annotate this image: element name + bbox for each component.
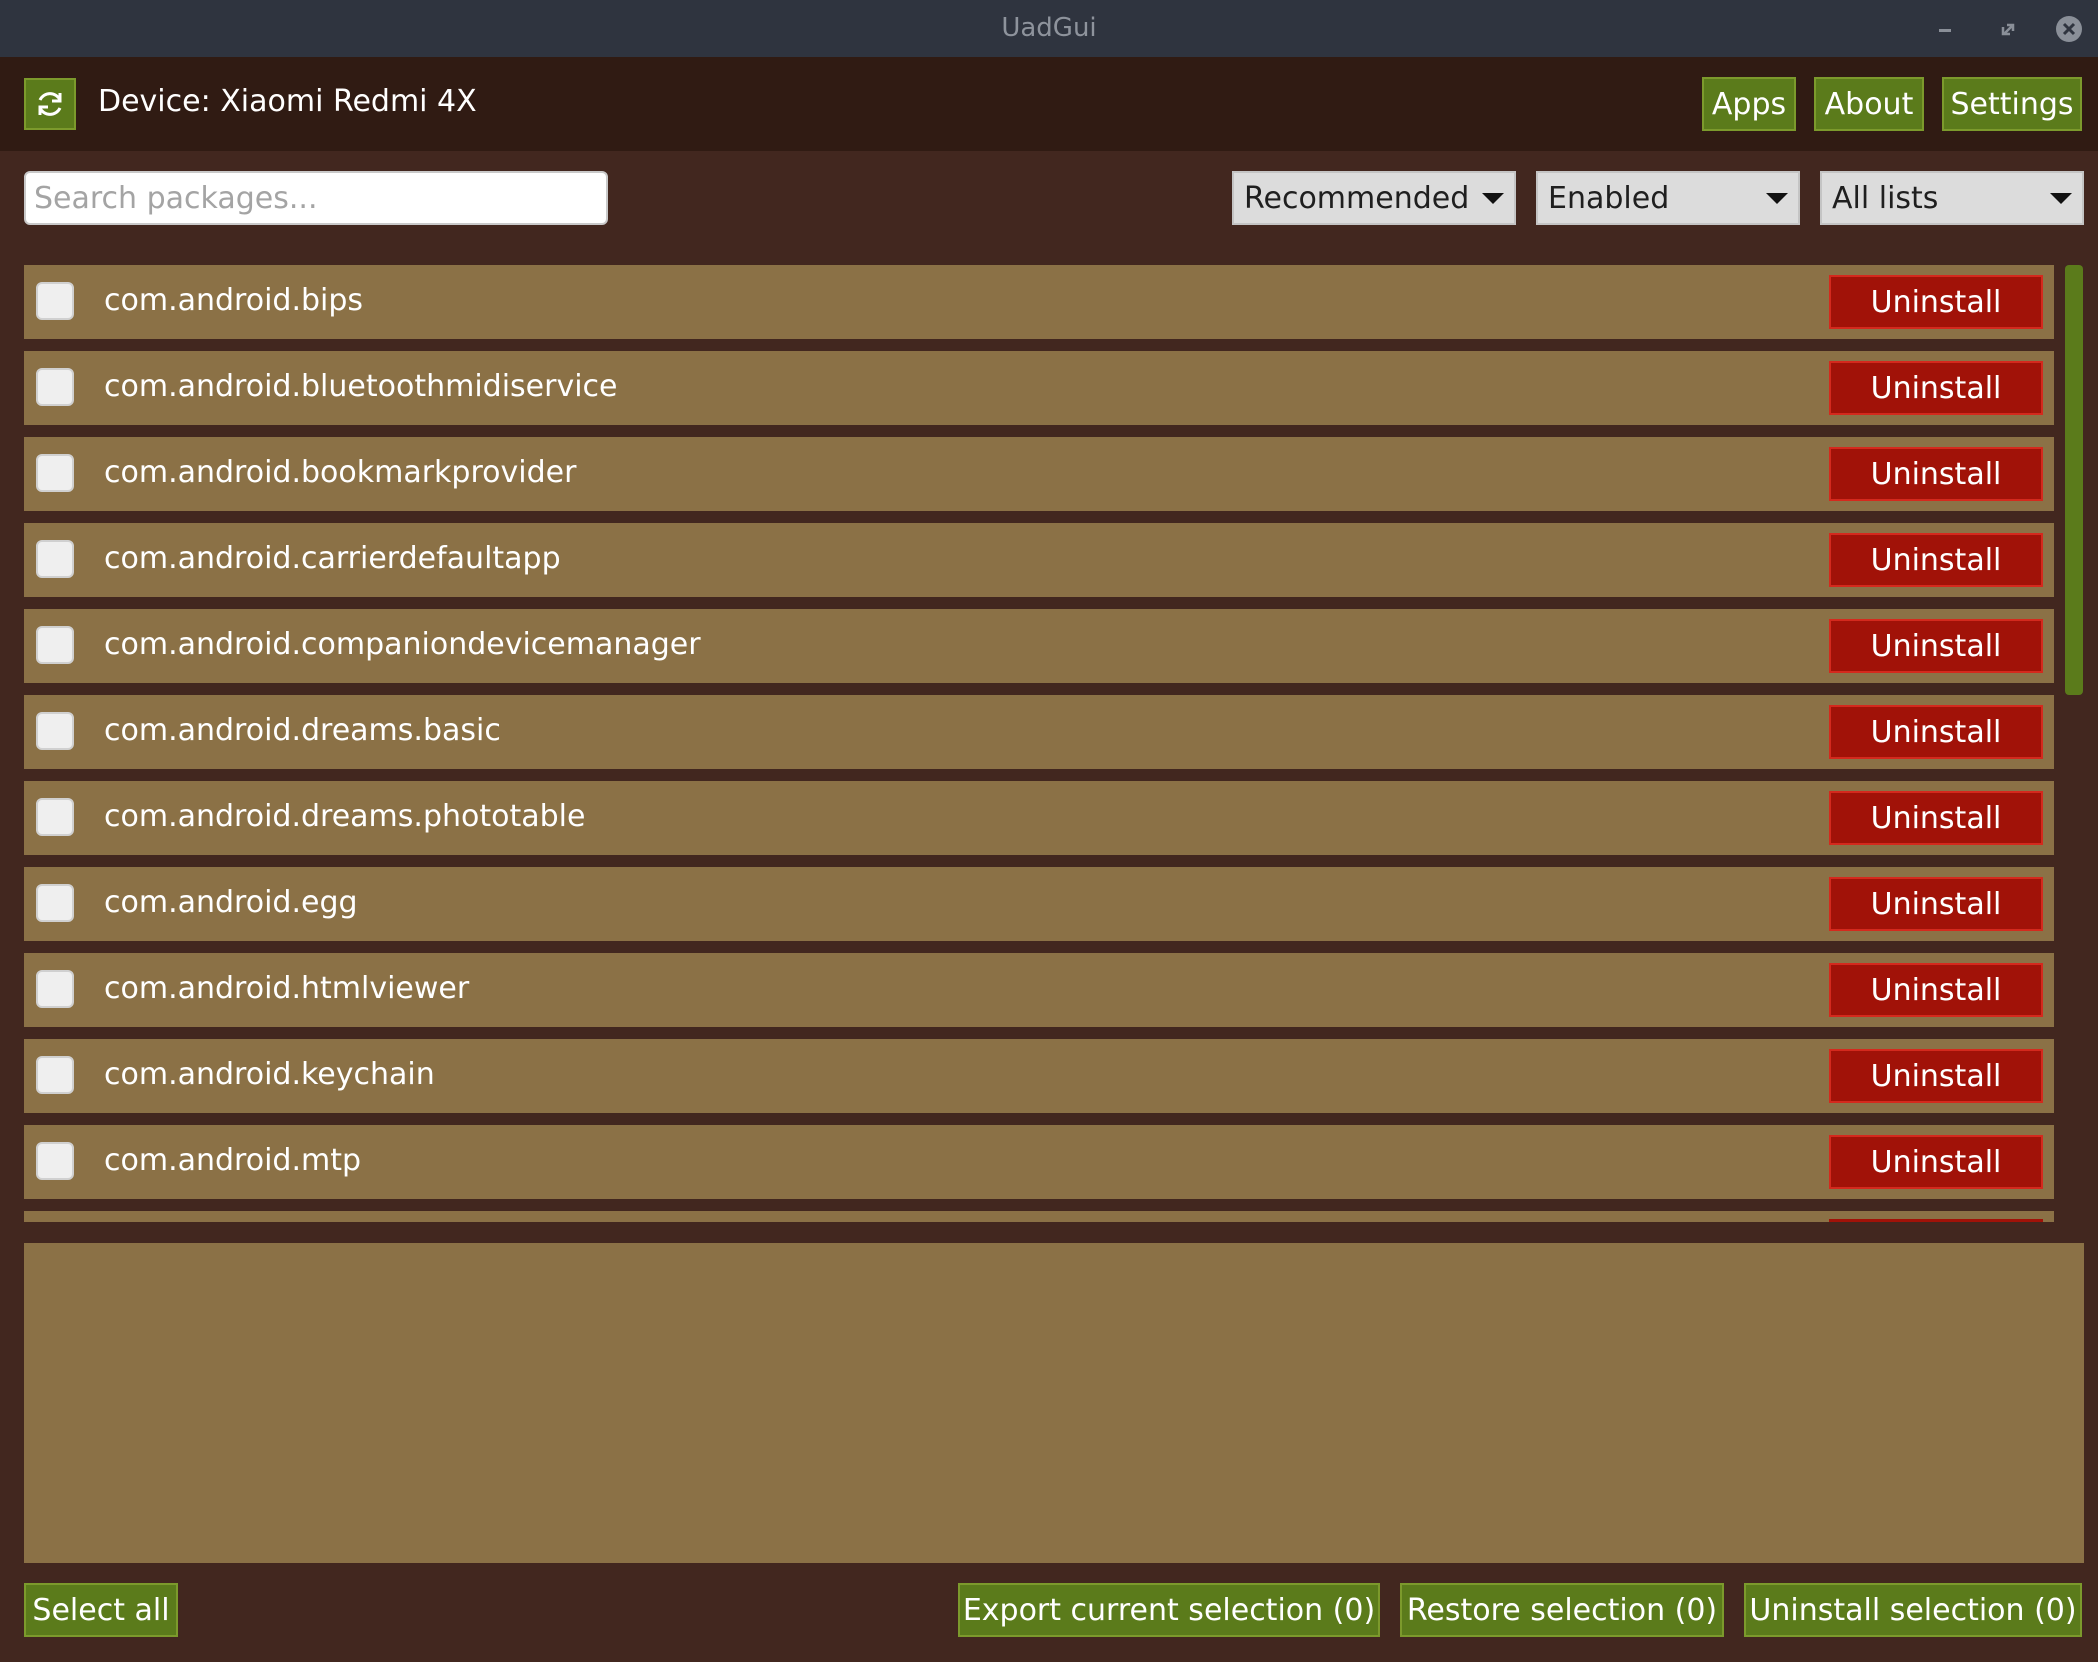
package-name: com.android.mtp [104, 1143, 362, 1178]
uninstall-button[interactable]: Uninstall [1829, 275, 2043, 329]
uninstall-button[interactable]: Uninstall [1829, 1135, 2043, 1189]
refresh-icon [38, 92, 62, 116]
list-item: com.android.bluetoothmidiservice Uninsta… [24, 351, 2054, 425]
close-icon[interactable] [2054, 14, 2084, 44]
list-item: com.android.companiondevicemanager Unins… [24, 609, 2054, 683]
uninstall-button[interactable]: Uninstall [1829, 1049, 2043, 1103]
chevron-down-icon [1482, 192, 1504, 204]
uninstall-button[interactable]: Uninstall [1829, 619, 2043, 673]
recommendation-select-value: Recommended [1244, 180, 1470, 216]
list-item: com.android.dreams.phototable Uninstall [24, 781, 2054, 855]
app-window: UadGui Device: Xiaomi Redmi 4X Apps Abou… [0, 0, 2098, 1662]
package-name: com.android.dreams.phototable [104, 799, 586, 834]
device-label: Device: Xiaomi Redmi 4X [98, 84, 477, 119]
package-checkbox[interactable] [36, 454, 74, 492]
list-select[interactable]: All lists [1820, 171, 2084, 225]
package-name: com.android.egg [104, 885, 358, 920]
uninstall-button[interactable]: Uninstall [1829, 963, 2043, 1017]
uninstall-button[interactable]: Uninstall [1829, 533, 2043, 587]
chevron-down-icon [1766, 192, 1788, 204]
uninstall-button[interactable]: Uninstall [1829, 705, 2043, 759]
uninstall-button[interactable]: Uninstall [1829, 447, 2043, 501]
list-item: com.android.bips Uninstall [24, 265, 2054, 339]
chevron-down-icon [2050, 192, 2072, 204]
restore-selection-button[interactable]: Restore selection (0) [1400, 1583, 1724, 1637]
settings-button[interactable]: Settings [1942, 77, 2082, 131]
package-checkbox[interactable] [36, 970, 74, 1008]
list-item: com.android.keychain Uninstall [24, 1039, 2054, 1113]
list-item: com.android.bookmarkprovider Uninstall [24, 437, 2054, 511]
maximize-icon[interactable] [1993, 14, 2023, 44]
package-name: com.android.dreams.basic [104, 713, 501, 748]
package-name: com.android.bookmarkprovider [104, 455, 577, 490]
title-bar: UadGui [0, 0, 2098, 58]
package-checkbox[interactable] [36, 1056, 74, 1094]
package-checkbox[interactable] [36, 884, 74, 922]
package-description-panel [24, 1243, 2084, 1563]
package-checkbox[interactable] [36, 798, 74, 836]
package-name: com.android.bips [104, 283, 364, 318]
list-item: com.android.egg Uninstall [24, 867, 2054, 941]
package-name: com.android.bluetoothmidiservice [104, 369, 618, 404]
state-select[interactable]: Enabled [1536, 171, 1800, 225]
package-checkbox[interactable] [36, 368, 74, 406]
package-name: com.android.htmlviewer [104, 971, 470, 1006]
about-button[interactable]: About [1814, 77, 1924, 131]
uninstall-button[interactable]: Uninstall [1829, 791, 2043, 845]
refresh-button[interactable] [24, 78, 76, 130]
list-item: com.android.htmlviewer Uninstall [24, 953, 2054, 1027]
package-checkbox[interactable] [36, 712, 74, 750]
package-name: com.android.companiondevicemanager [104, 627, 701, 662]
package-checkbox[interactable] [36, 1142, 74, 1180]
minimize-icon[interactable] [1930, 14, 1960, 44]
apps-button[interactable]: Apps [1702, 77, 1796, 131]
uninstall-button-partial [1829, 1219, 2043, 1222]
package-list: com.android.bips Uninstall com.android.b… [24, 265, 2054, 1222]
package-name: com.android.carrierdefaultapp [104, 541, 561, 576]
list-item-partial [24, 1211, 2054, 1222]
package-checkbox[interactable] [36, 626, 74, 664]
state-select-value: Enabled [1548, 180, 1670, 216]
export-selection-button[interactable]: Export current selection (0) [958, 1583, 1380, 1637]
select-all-button[interactable]: Select all [24, 1583, 178, 1637]
search-input[interactable] [24, 171, 608, 225]
uninstall-button[interactable]: Uninstall [1829, 877, 2043, 931]
uninstall-selection-button[interactable]: Uninstall selection (0) [1744, 1583, 2082, 1637]
list-item: com.android.carrierdefaultapp Uninstall [24, 523, 2054, 597]
package-checkbox[interactable] [36, 282, 74, 320]
package-checkbox[interactable] [36, 540, 74, 578]
uninstall-button[interactable]: Uninstall [1829, 361, 2043, 415]
list-item: com.android.mtp Uninstall [24, 1125, 2054, 1199]
recommendation-select[interactable]: Recommended [1232, 171, 1516, 225]
list-select-value: All lists [1832, 180, 1939, 216]
list-scrollbar[interactable] [2065, 265, 2083, 695]
list-item: com.android.dreams.basic Uninstall [24, 695, 2054, 769]
window-title: UadGui [1001, 13, 1097, 43]
package-name: com.android.keychain [104, 1057, 435, 1092]
app-header: Device: Xiaomi Redmi 4X Apps About Setti… [0, 57, 2098, 151]
